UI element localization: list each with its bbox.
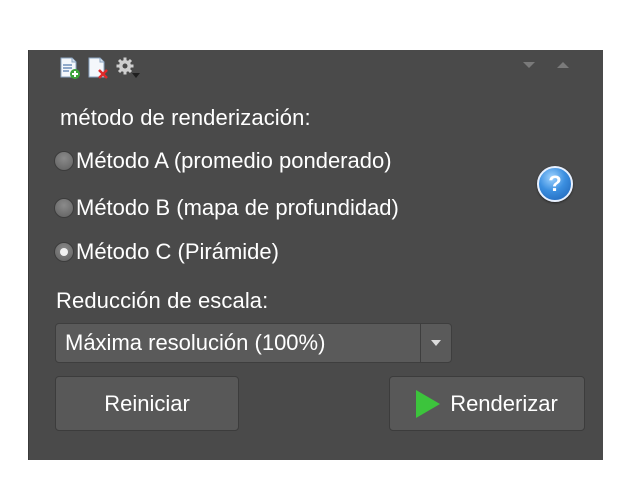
radio-button-method-a[interactable] <box>54 151 74 171</box>
reset-button-label: Reiniciar <box>104 390 190 416</box>
radio-label-method-c: Método C (Pirámide) <box>76 239 279 264</box>
radio-label-method-a: Método A (promedio ponderado) <box>76 148 392 173</box>
gear-menu-icon[interactable] <box>115 57 140 79</box>
radio-option-method-b[interactable]: Método B (mapa de profundidad) <box>54 195 399 221</box>
help-symbol: ? <box>548 171 562 196</box>
radio-button-method-b[interactable] <box>54 198 74 218</box>
radio-button-method-c[interactable] <box>54 242 74 262</box>
panel-toolbar <box>59 56 140 80</box>
remove-document-icon[interactable] <box>87 57 109 79</box>
scale-dropdown[interactable]: Máxima resolución (100%) <box>55 323 452 363</box>
reset-button[interactable]: Reiniciar <box>55 376 239 431</box>
radio-option-method-c[interactable]: Método C (Pirámide) <box>54 239 279 265</box>
render-button-label: Renderizar <box>450 390 558 416</box>
chevron-down-icon[interactable] <box>421 324 451 362</box>
radio-option-method-a[interactable]: Método A (promedio ponderado) <box>54 148 392 174</box>
render-method-heading: método de renderización: <box>60 105 311 130</box>
render-button[interactable]: Renderizar <box>389 376 585 431</box>
help-icon[interactable]: ? <box>537 166 573 202</box>
radio-label-method-b: Método B (mapa de profundidad) <box>76 195 399 220</box>
scale-reduction-heading: Reducción de escala: <box>56 288 269 313</box>
render-panel: método de renderización: Método A (prome… <box>28 50 603 460</box>
collapse-up-icon[interactable] <box>557 62 569 68</box>
scale-dropdown-value: Máxima resolución (100%) <box>65 330 326 355</box>
play-icon <box>416 389 441 418</box>
add-document-icon[interactable] <box>59 57 81 79</box>
collapse-down-icon[interactable] <box>523 62 535 68</box>
